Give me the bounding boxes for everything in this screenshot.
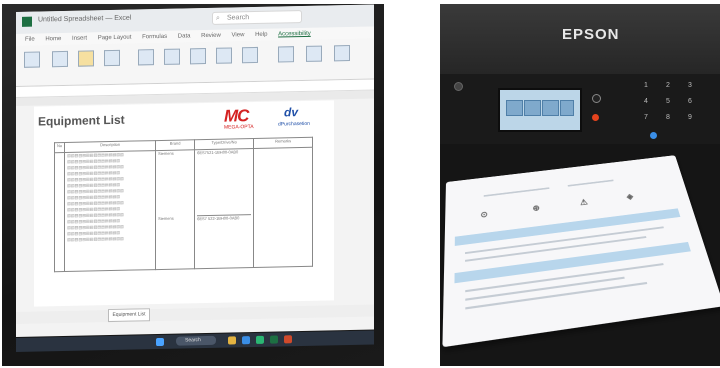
mc-logo-sub: MEGA-OPTA: [224, 124, 254, 131]
search-icon: ⌕: [216, 14, 220, 22]
key[interactable]: 7: [644, 114, 652, 121]
laptop-photo: Untitled Spreadsheet — Excel ⌕ Search Fi…: [2, 4, 384, 366]
menu-review[interactable]: Review: [201, 33, 221, 39]
stop-button[interactable]: [592, 114, 599, 121]
key[interactable]: 1: [644, 82, 652, 89]
equipment-table: No Description Brand Type/Drive/No Remar…: [54, 137, 313, 272]
printer-lcd[interactable]: [498, 88, 582, 132]
home-button[interactable]: [592, 94, 601, 103]
ribbon-button[interactable]: [78, 50, 94, 67]
dv-logo-sub: dPurchasetion: [278, 120, 310, 128]
power-button[interactable]: [454, 82, 463, 91]
ribbon-button[interactable]: [104, 49, 120, 67]
lcd-icon[interactable]: [560, 100, 574, 116]
sheet-tab-bar: [16, 304, 374, 324]
ribbon-button[interactable]: [306, 45, 322, 62]
paper-text-line: [567, 179, 614, 187]
menu-formulas[interactable]: Formulas: [142, 34, 167, 41]
app-icon[interactable]: [284, 335, 292, 344]
app-icon[interactable]: [256, 335, 264, 344]
lcd-icon[interactable]: [542, 100, 559, 116]
mail-icon[interactable]: [242, 336, 250, 345]
menu-insert[interactable]: Insert: [72, 36, 87, 42]
key[interactable]: 4: [644, 98, 652, 105]
start-color-button[interactable]: [650, 132, 657, 139]
cell-brand: Siemens Siemens: [155, 149, 195, 270]
description-text-block: ▤▤▤▤▤▤▤▤▤▤▤▤▤▤▤ ▤▤▤▤▤▤▤▤▤▤▤▤▤▤ ▤▤▤▤▤▤▤▤▤…: [67, 151, 124, 242]
laptop-screen: Untitled Spreadsheet — Excel ⌕ Search Fi…: [16, 4, 374, 337]
key[interactable]: 6: [688, 98, 696, 105]
excel-icon: [22, 16, 32, 27]
key[interactable]: 5: [666, 98, 674, 105]
folder-icon[interactable]: [228, 336, 236, 345]
printer-control-panel: 1 2 3 4 5 6 7 8 9: [440, 74, 720, 144]
cell-type: 6ES7521-1BH00-0AB0 6ES7 522-1BH00-0AB0: [194, 148, 254, 269]
menu-help[interactable]: Help: [255, 32, 267, 38]
menu-accessibility[interactable]: Accessibility: [278, 31, 311, 38]
ribbon-button[interactable]: [24, 51, 40, 68]
paper-symbol: ◈: [625, 191, 635, 201]
excel-taskbar-icon[interactable]: [270, 335, 278, 344]
menu-file[interactable]: File: [25, 37, 35, 43]
printer-top: EPSON: [440, 4, 720, 74]
ribbon-button[interactable]: [190, 48, 206, 65]
menu-home[interactable]: Home: [45, 36, 61, 42]
paper-symbol: ⊙: [480, 209, 488, 220]
header-no: No: [54, 142, 65, 153]
key[interactable]: 8: [666, 114, 674, 121]
ribbon-button[interactable]: [278, 46, 294, 63]
key[interactable]: 2: [666, 82, 674, 89]
printer-brand: EPSON: [562, 26, 620, 43]
key[interactable]: 9: [688, 114, 696, 121]
menu-data[interactable]: Data: [178, 33, 191, 39]
start-icon[interactable]: [156, 337, 164, 347]
taskbar-search-label: Search: [185, 337, 201, 344]
paper-text-line: [483, 187, 550, 197]
search-placeholder: Search: [227, 14, 250, 22]
paper-symbol: ⊕: [532, 203, 541, 213]
type-value-2: 6ES7 522-1BH00-0AB0: [197, 215, 240, 222]
window-title: Untitled Spreadsheet — Excel: [38, 14, 132, 24]
sheet-title: Equipment List: [38, 112, 125, 129]
ribbon-button[interactable]: [164, 48, 180, 65]
printer-photo: EPSON 1 2 3 4 5 6 7 8 9 ⊙ ⊕ ⚠ ◈: [440, 4, 720, 366]
cell-remarks: [253, 147, 313, 268]
menu-view[interactable]: View: [232, 32, 245, 38]
cell-no: [54, 152, 65, 272]
menu-page-layout[interactable]: Page Layout: [98, 35, 132, 42]
lcd-icon[interactable]: [524, 100, 541, 116]
search-box[interactable]: ⌕ Search: [212, 10, 302, 25]
sheet-tab[interactable]: Equipment List: [108, 308, 150, 323]
ribbon-button[interactable]: [242, 46, 258, 64]
worksheet[interactable]: Equipment List MC MEGA-OPTA dv dPurchase…: [34, 100, 334, 307]
key[interactable]: 3: [688, 82, 696, 89]
ribbon-button[interactable]: [216, 47, 232, 64]
cell-description: ▤▤▤▤▤▤▤▤▤▤▤▤▤▤▤ ▤▤▤▤▤▤▤▤▤▤▤▤▤▤ ▤▤▤▤▤▤▤▤▤…: [64, 150, 156, 272]
dv-logo: dv: [284, 105, 299, 120]
table-row: ▤▤▤▤▤▤▤▤▤▤▤▤▤▤▤ ▤▤▤▤▤▤▤▤▤▤▤▤▤▤ ▤▤▤▤▤▤▤▤▤…: [54, 147, 313, 272]
ribbon-button[interactable]: [52, 50, 68, 68]
paper-symbol: ⚠: [579, 197, 589, 207]
ribbon-button[interactable]: [138, 49, 154, 66]
ribbon-button[interactable]: [334, 45, 350, 62]
lcd-icon[interactable]: [506, 100, 523, 116]
taskbar-search[interactable]: Search: [176, 335, 216, 346]
brand-value-2: Siemens: [158, 215, 174, 222]
numeric-keypad[interactable]: 1 2 3 4 5 6 7 8 9: [620, 80, 720, 140]
